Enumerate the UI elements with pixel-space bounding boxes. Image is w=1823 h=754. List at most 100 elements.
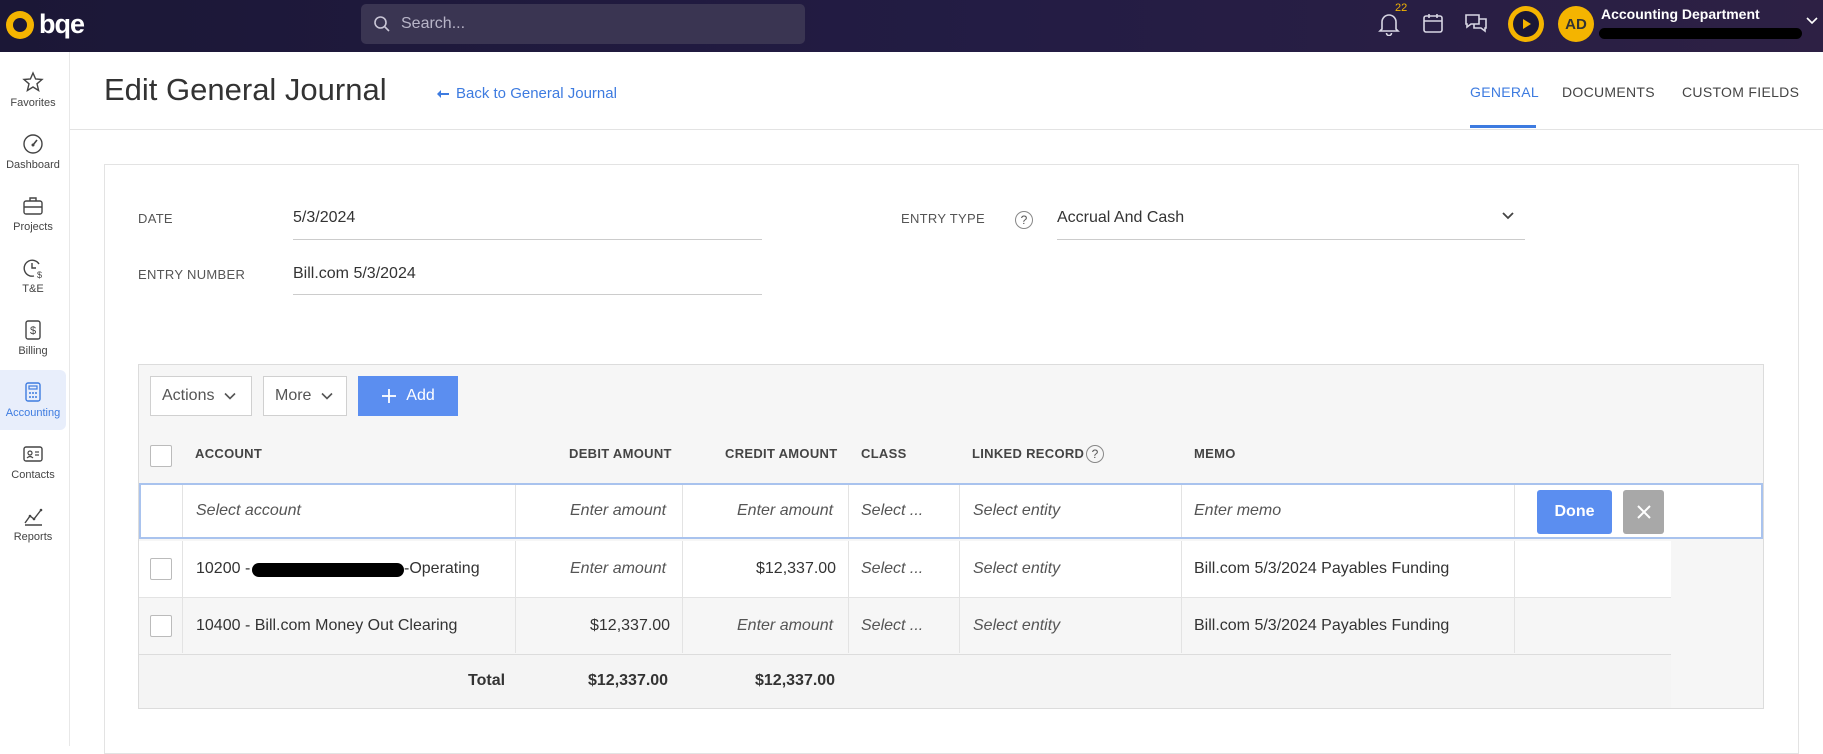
select-all-checkbox[interactable] — [150, 445, 172, 467]
chevron-down-icon[interactable] — [1501, 211, 1515, 221]
memo-input[interactable]: Enter memo — [1194, 502, 1281, 520]
line-chart-icon — [24, 508, 43, 526]
sidebar-item-favorites[interactable]: Favorites — [0, 60, 66, 120]
column-header-credit[interactable]: CREDIT AMOUNT — [725, 446, 837, 461]
sidebar-item-reports[interactable]: Reports — [0, 494, 66, 554]
bqe-logo[interactable]: bqe — [6, 9, 85, 40]
bell-icon[interactable] — [1378, 12, 1400, 36]
account-select[interactable]: Select account — [196, 502, 301, 520]
sidebar-item-dashboard[interactable]: Dashboard — [0, 122, 66, 182]
play-icon — [1523, 19, 1531, 29]
class-select[interactable]: Select ... — [861, 502, 923, 520]
star-icon — [22, 71, 44, 92]
sidebar-item-contacts[interactable]: Contacts — [0, 432, 66, 492]
entry-number-underline — [293, 294, 762, 295]
column-header-account[interactable]: ACCOUNT — [195, 446, 262, 461]
chevron-down-icon — [224, 392, 237, 400]
sidebar-item-billing[interactable]: $ Billing — [0, 308, 66, 368]
total-credit: $12,337.00 — [755, 672, 836, 689]
notification-count: 22 — [1395, 2, 1408, 14]
cancel-button[interactable] — [1623, 490, 1664, 534]
add-button[interactable]: Add — [358, 376, 458, 416]
row-debit[interactable]: Enter amount — [570, 560, 666, 578]
entry-type-underline — [1057, 239, 1525, 240]
linked-entity-select[interactable]: Select entity — [973, 502, 1060, 520]
redacted-company-name — [1599, 28, 1802, 39]
play-button[interactable] — [1508, 6, 1544, 42]
svg-text:$: $ — [37, 270, 42, 279]
search-icon — [374, 16, 390, 32]
done-button[interactable]: Done — [1537, 490, 1612, 534]
calculator-icon — [25, 382, 41, 402]
tab-general[interactable]: GENERAL — [1470, 84, 1539, 100]
sidebar-item-accounting[interactable]: Accounting — [0, 370, 66, 430]
active-tab-indicator — [1470, 125, 1536, 128]
chat-icon[interactable] — [1464, 12, 1488, 34]
back-link[interactable]: Back to General Journal — [436, 85, 617, 102]
total-label: Total — [468, 672, 506, 689]
sidebar-item-label: Contacts — [11, 469, 55, 481]
credit-amount-input[interactable]: Enter amount — [737, 502, 833, 520]
debit-amount-input[interactable]: Enter amount — [570, 502, 666, 520]
column-header-debit[interactable]: DEBIT AMOUNT — [569, 446, 672, 461]
total-debit: $12,337.00 — [588, 672, 669, 689]
avatar[interactable]: AD — [1558, 6, 1594, 42]
row-checkbox[interactable] — [150, 615, 172, 637]
search-input[interactable] — [401, 15, 781, 33]
new-line-edit-row — [139, 483, 1763, 539]
global-search[interactable] — [361, 4, 805, 44]
sidebar-item-label: Billing — [18, 345, 48, 357]
more-dropdown[interactable]: More — [263, 376, 347, 416]
row-account-suffix: -Operating — [404, 560, 480, 577]
entry-number-label: ENTRY NUMBER — [138, 267, 246, 282]
top-bar: bqe 22 AD Accounting Department — [0, 0, 1823, 52]
gauge-icon — [23, 134, 43, 154]
back-link-label: Back to General Journal — [456, 85, 617, 102]
department-name[interactable]: Accounting Department — [1601, 6, 1760, 22]
sidebar-item-projects[interactable]: Projects — [0, 184, 66, 244]
sidebar-item-label: Reports — [13, 531, 53, 543]
logo-text: bqe — [39, 9, 85, 39]
row-credit[interactable]: Enter amount — [737, 617, 833, 635]
sidebar-item-label: Accounting — [5, 407, 61, 419]
tab-custom-fields[interactable]: CUSTOM FIELDS — [1682, 84, 1799, 100]
row-class[interactable]: Select ... — [861, 560, 923, 578]
date-field[interactable]: 5/3/2024 — [293, 209, 355, 227]
calendar-icon[interactable] — [1422, 12, 1444, 34]
row-class[interactable]: Select ... — [861, 617, 923, 635]
contact-card-icon — [23, 446, 43, 462]
arrow-left-icon — [437, 89, 449, 98]
actions-dropdown[interactable]: Actions — [150, 376, 252, 416]
more-label: More — [275, 387, 312, 404]
entry-number-field[interactable]: Bill.com 5/3/2024 — [293, 265, 416, 283]
entry-type-select[interactable]: Accrual And Cash — [1057, 209, 1184, 227]
sidebar: Favorites Dashboard Projects $ T&E $ Bil… — [0, 52, 70, 746]
redacted-account-name — [252, 563, 404, 577]
clock-dollar-icon: $ — [23, 259, 42, 279]
row-memo[interactable]: Bill.com 5/3/2024 Payables Funding — [1194, 617, 1449, 635]
row-account-prefix: 10200 - — [196, 560, 251, 577]
sidebar-item-label: Favorites — [10, 97, 56, 109]
column-header-linked-record[interactable]: LINKED RECORD — [972, 446, 1084, 461]
actions-label: Actions — [162, 387, 215, 404]
row-memo[interactable]: Bill.com 5/3/2024 Payables Funding — [1194, 560, 1449, 578]
entry-type-help-icon[interactable]: ? — [1015, 211, 1033, 229]
row-linked-record[interactable]: Select entity — [973, 617, 1060, 635]
row-checkbox[interactable] — [150, 558, 172, 580]
column-header-memo[interactable]: MEMO — [1194, 446, 1236, 461]
linked-record-help-icon[interactable]: ? — [1086, 445, 1104, 463]
briefcase-icon — [23, 197, 43, 215]
row-linked-record[interactable]: Select entity — [973, 560, 1060, 578]
entry-type-label: ENTRY TYPE — [901, 211, 985, 226]
invoice-dollar-icon: $ — [25, 320, 41, 340]
tab-documents[interactable]: DOCUMENTS — [1562, 84, 1655, 100]
sidebar-item-t-and-e[interactable]: $ T&E — [0, 246, 66, 306]
total-row — [139, 654, 1671, 708]
row-credit[interactable]: $12,337.00 — [756, 560, 836, 578]
row-debit[interactable]: $12,337.00 — [590, 617, 670, 635]
date-label: DATE — [138, 211, 173, 226]
svg-text:$: $ — [30, 325, 36, 337]
chevron-down-icon[interactable] — [1805, 16, 1819, 26]
page-title: Edit General Journal — [104, 72, 387, 107]
column-header-class[interactable]: CLASS — [861, 446, 907, 461]
